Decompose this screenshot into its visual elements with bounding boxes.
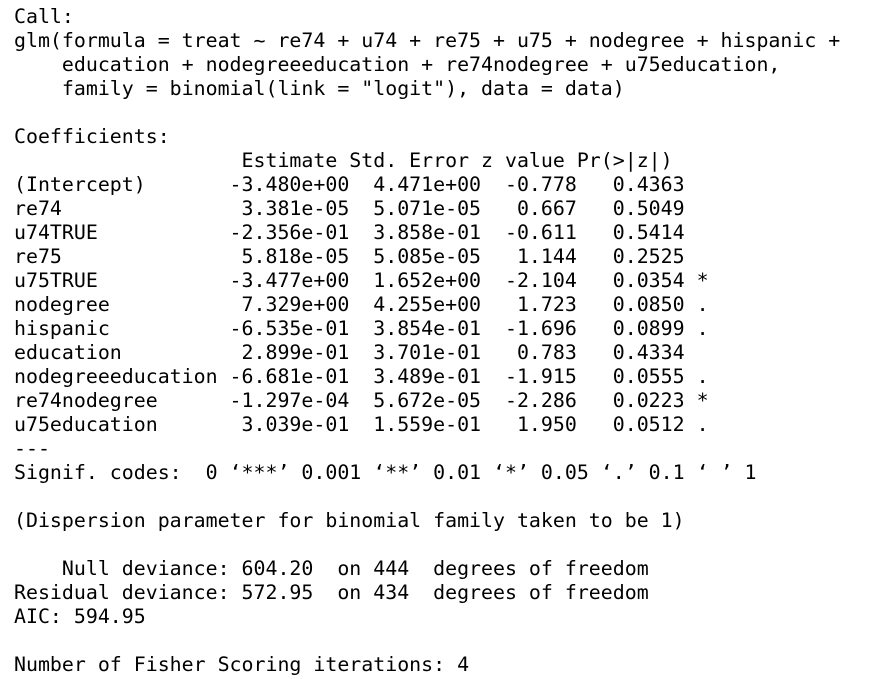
coef-row-hispanic: hispanic -6.535e-01 3.854e-01 -1.696 0.0… xyxy=(14,317,709,340)
separator-line: --- xyxy=(14,437,50,460)
call-formula-line-1: glm(formula = treat ~ re74 + u74 + re75 … xyxy=(14,29,841,52)
r-console-output: Call: glm(formula = treat ~ re74 + u74 + … xyxy=(14,5,840,677)
dispersion-note: (Dispersion parameter for binomial famil… xyxy=(14,509,685,532)
coef-row-u75education: u75education 3.039e-01 1.559e-01 1.950 0… xyxy=(14,413,709,436)
coef-row-nodegreeeducation: nodegreeeducation -6.681e-01 3.489e-01 -… xyxy=(14,365,709,388)
coef-row-u74true: u74TRUE -2.356e-01 3.858e-01 -0.611 0.54… xyxy=(14,221,685,244)
null-deviance-line: Null deviance: 604.20 on 444 degrees of … xyxy=(14,557,649,580)
aic-line: AIC: 594.95 xyxy=(14,605,146,628)
call-header: Call: xyxy=(14,5,74,28)
signif-codes-legend: Signif. codes: 0 ‘***’ 0.001 ‘**’ 0.01 ‘… xyxy=(14,461,757,484)
coef-row-re75: re75 5.818e-05 5.085e-05 1.144 0.2525 xyxy=(14,245,685,268)
call-formula-line-3: family = binomial(link = "logit"), data … xyxy=(14,77,625,100)
coef-row-education: education 2.899e-01 3.701e-01 0.783 0.43… xyxy=(14,341,685,364)
coef-row-nodegree: nodegree 7.329e+00 4.255e+00 1.723 0.085… xyxy=(14,293,709,316)
coef-row-intercept: (Intercept) -3.480e+00 4.471e+00 -0.778 … xyxy=(14,173,685,196)
coef-row-re74: re74 3.381e-05 5.071e-05 0.667 0.5049 xyxy=(14,197,685,220)
fisher-iterations-line: Number of Fisher Scoring iterations: 4 xyxy=(14,653,470,676)
coefficients-header: Coefficients: xyxy=(14,125,170,148)
coefficients-column-headers: Estimate Std. Error z value Pr(>|z|) xyxy=(14,149,673,172)
call-formula-line-2: education + nodegreeeducation + re74node… xyxy=(14,53,781,76)
coef-row-u75true: u75TRUE -3.477e+00 1.652e+00 -2.104 0.03… xyxy=(14,269,709,292)
coef-row-re74nodegree: re74nodegree -1.297e-04 5.672e-05 -2.286… xyxy=(14,389,709,412)
residual-deviance-line: Residual deviance: 572.95 on 434 degrees… xyxy=(14,581,649,604)
